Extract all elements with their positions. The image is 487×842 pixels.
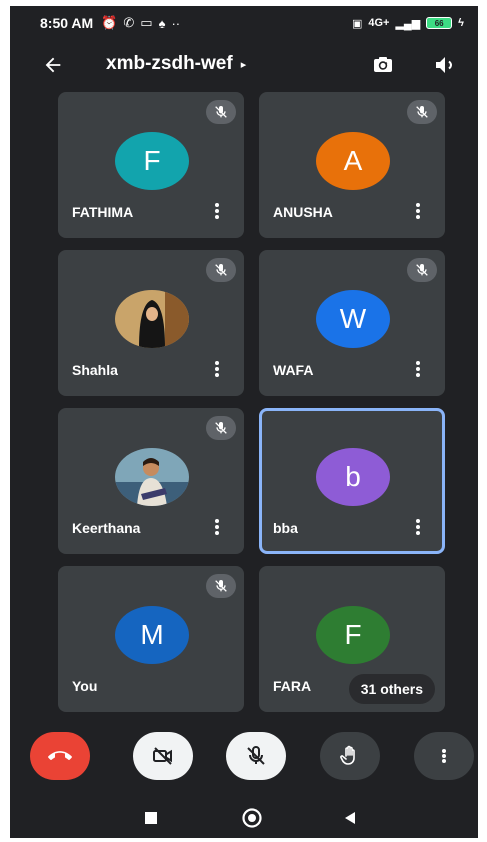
- participant-tile-shahla[interactable]: Shahla: [58, 250, 244, 396]
- more-vert-icon[interactable]: [413, 516, 423, 538]
- mic-off-icon: [215, 264, 227, 276]
- participant-name: You: [72, 678, 98, 694]
- participant-tile-wafa[interactable]: W WAFA: [259, 250, 445, 396]
- profile-photo-image: [115, 448, 189, 506]
- home-icon: [242, 808, 262, 828]
- camera-off-icon: [153, 747, 172, 765]
- arrow-back-icon: [45, 57, 61, 73]
- avatar: M: [115, 606, 189, 664]
- end-call-button[interactable]: [30, 732, 90, 780]
- more-vert-icon[interactable]: [212, 516, 222, 538]
- mic-off-icon: [215, 422, 227, 434]
- more-notifications-icon: ··: [171, 15, 181, 31]
- meeting-top-bar: xmb-zsdh-wef ▸: [10, 42, 478, 86]
- mic-off-badge: [206, 416, 236, 440]
- mic-off-icon: [215, 580, 227, 592]
- charging-icon: ϟ: [458, 17, 464, 29]
- participant-name: FATHIMA: [72, 204, 134, 220]
- meeting-code-button[interactable]: xmb-zsdh-wef ▸: [106, 53, 246, 75]
- participant-name: Shahla: [72, 362, 118, 378]
- raise-hand-icon: [340, 745, 355, 765]
- mic-toggle-button[interactable]: [226, 732, 286, 780]
- more-options-button[interactable]: [414, 732, 474, 780]
- mic-off-icon: [416, 264, 428, 276]
- home-button[interactable]: [238, 804, 266, 832]
- snapchat-icon: ♠: [158, 15, 166, 31]
- participant-tile-anusha[interactable]: A ANUSHA: [259, 92, 445, 238]
- speaker-icon: [436, 57, 453, 73]
- mic-off-icon: [247, 746, 265, 765]
- recents-button[interactable]: [137, 804, 165, 832]
- mic-off-badge: [206, 100, 236, 124]
- participant-tile-bba[interactable]: b bba: [259, 408, 445, 554]
- participant-name: WAFA: [273, 362, 314, 378]
- chevron-right-icon: ▸: [240, 58, 247, 71]
- participant-name: FARA: [273, 678, 312, 694]
- participant-tile-fathima[interactable]: F FATHIMA: [58, 92, 244, 238]
- profile-photo-image: [115, 290, 189, 348]
- switch-camera-button[interactable]: [368, 50, 398, 80]
- back-button[interactable]: [38, 50, 68, 80]
- more-vert-icon[interactable]: [413, 200, 423, 222]
- camera-toggle-button[interactable]: [133, 732, 193, 780]
- battery-icon: 66: [426, 17, 453, 29]
- avatar: b: [316, 448, 390, 506]
- mic-off-badge: [407, 258, 437, 282]
- mic-off-badge: [206, 258, 236, 282]
- end-call-icon: [48, 751, 72, 761]
- raise-hand-button[interactable]: [320, 732, 380, 780]
- network-label: 4G+: [368, 17, 390, 29]
- participant-name: ANUSHA: [273, 204, 333, 220]
- system-icons: ▣ 4G+ ▂▄▆ 66 ϟ: [352, 17, 464, 30]
- alarm-icon: ⏰: [101, 15, 118, 30]
- participant-name: bba: [273, 520, 298, 536]
- call-controls: [10, 732, 478, 788]
- switch-camera-icon: [374, 57, 392, 72]
- avatar: F: [316, 606, 390, 664]
- signal-icon: ▂▄▆: [395, 17, 421, 30]
- meet-call-screen: 8:50 AM ⏰ ✆ ▭ ♠ ·· ▣ 4G+ ▂▄▆ 66 ϟ xmb-zs…: [10, 6, 478, 838]
- participant-name: Keerthana: [72, 520, 141, 536]
- avatar: A: [316, 132, 390, 190]
- mic-off-icon: [215, 106, 227, 118]
- audio-output-button[interactable]: [430, 50, 460, 80]
- recents-icon: [145, 812, 157, 824]
- volte-icon: ▣: [351, 17, 363, 30]
- more-vert-icon[interactable]: [212, 200, 222, 222]
- status-bar: 8:50 AM ⏰ ✆ ▭ ♠ ·· ▣ 4G+ ▂▄▆ 66 ϟ: [10, 6, 478, 40]
- back-nav-button[interactable]: [336, 804, 364, 832]
- system-nav-bar: [10, 798, 478, 838]
- video-icon: ▭: [140, 15, 153, 30]
- whatsapp-icon: ✆: [123, 15, 135, 30]
- status-time: 8:50 AM: [40, 15, 94, 31]
- profile-photo: [115, 448, 189, 506]
- participant-tile-you[interactable]: M You: [58, 566, 244, 712]
- avatar: W: [316, 290, 390, 348]
- mic-off-badge: [206, 574, 236, 598]
- more-vert-icon[interactable]: [413, 358, 423, 380]
- mic-off-icon: [416, 106, 428, 118]
- triangle-back-icon: [345, 812, 355, 824]
- avatar: F: [115, 132, 189, 190]
- more-options-icon: [439, 746, 449, 766]
- participant-tile-keerthana[interactable]: Keerthana: [58, 408, 244, 554]
- meeting-code: xmb-zsdh-wef: [106, 53, 233, 74]
- notification-icons: ⏰ ✆ ▭ ♠ ··: [101, 15, 180, 31]
- profile-photo: [115, 290, 189, 348]
- more-vert-icon[interactable]: [212, 358, 222, 380]
- others-count-chip[interactable]: 31 others: [348, 674, 435, 704]
- mic-off-badge: [407, 100, 437, 124]
- participant-tile-fara[interactable]: F FARA 31 others: [259, 566, 445, 712]
